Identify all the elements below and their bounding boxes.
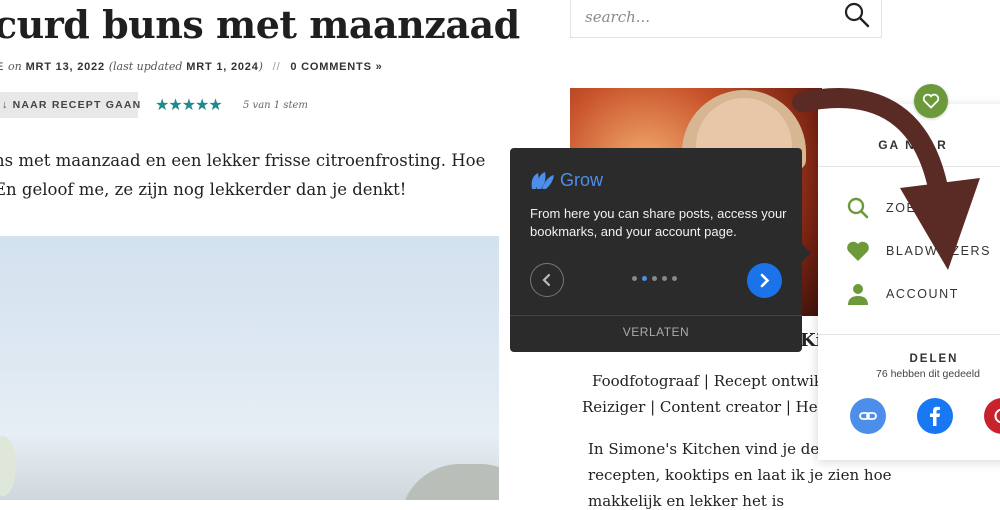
next-button[interactable] <box>747 263 782 298</box>
carousel-dot[interactable] <box>652 276 657 281</box>
user-icon <box>846 282 870 306</box>
facebook-icon <box>926 406 944 426</box>
article-title: curd buns met maanzaad <box>0 2 520 47</box>
grow-message: From here you can share posts, access yo… <box>530 205 792 241</box>
carousel-dots <box>632 276 677 281</box>
chevron-right-icon <box>747 263 782 298</box>
author-bio-line: In Simone's Kitchen vind je de lek <box>588 440 847 458</box>
meta-separator: // <box>273 61 281 73</box>
comments-link[interactable]: 0 COMMENTS » <box>290 61 382 73</box>
panel-item-search[interactable]: ZOEKEN <box>846 196 947 220</box>
search-input[interactable] <box>583 3 837 31</box>
publish-date: MRT 13, 2022 <box>26 61 105 73</box>
updated-label: (last updated <box>109 60 183 73</box>
updated-close: ) <box>259 60 263 73</box>
grow-brand: Grow <box>530 170 603 191</box>
heart-outline-icon <box>922 93 940 109</box>
updated-date: MRT 1, 2024 <box>186 61 258 73</box>
author-bio-line: Reiziger | Content creator | Health <box>582 398 847 416</box>
grow-brand-label: Grow <box>560 170 603 191</box>
carousel-dot-active[interactable] <box>642 276 647 281</box>
meta-on: on <box>8 60 22 73</box>
panel-item-label: ACCOUNT <box>886 287 959 301</box>
share-count: 76 hebben dit gedeeld <box>876 368 980 380</box>
carousel-dot[interactable] <box>672 276 677 281</box>
copy-link-button[interactable] <box>850 398 886 434</box>
link-icon <box>859 407 877 425</box>
panel-item-bookmarks[interactable]: BLADWIJZERS <box>846 240 991 262</box>
intro-line: En geloof me, ze zijn nog lekkerder dan … <box>0 175 494 204</box>
panel-item-label: ZOEKEN <box>886 201 947 215</box>
hero-image <box>0 236 499 500</box>
heart-icon <box>846 240 870 262</box>
grow-sidebar-panel: GA NAAR ZOEKEN BLADWIJZERS ACCOUNT DELEN… <box>818 104 1000 460</box>
rating-votes: 5 van 1 stem <box>243 100 308 111</box>
article-meta: E on MRT 13, 2022 (last updated MRT 1, 2… <box>0 60 383 73</box>
share-heading: DELEN <box>884 353 984 365</box>
panel-divider <box>818 166 1000 167</box>
search-icon[interactable] <box>843 1 871 29</box>
jump-to-recipe-button[interactable]: ↓ NAAR RECEPT GAAN <box>0 92 138 118</box>
grow-logo-icon <box>530 171 556 191</box>
chevron-left-icon <box>531 264 563 296</box>
bookmark-heart-button[interactable] <box>914 84 948 118</box>
hero-leaf-shape <box>0 436 16 496</box>
carousel-dot[interactable] <box>662 276 667 281</box>
article-intro: ns met maanzaad en een lekker frisse cit… <box>0 146 494 204</box>
intro-line: ns met maanzaad en een lekker frisse cit… <box>0 146 494 175</box>
hero-bun-shape <box>400 464 499 500</box>
grow-onboarding-popup: Grow From here you can share posts, acce… <box>510 148 802 352</box>
author-bio-line: makkelijk en lekker het is <box>588 492 784 510</box>
search-icon <box>846 196 870 220</box>
previous-button[interactable] <box>530 263 564 297</box>
panel-item-account[interactable]: ACCOUNT <box>846 282 959 306</box>
search-box <box>570 0 882 38</box>
author-bio-line: recepten, kooktips en laat ik je zien ho… <box>588 466 891 484</box>
carousel-dot[interactable] <box>632 276 637 281</box>
panel-item-label: BLADWIJZERS <box>886 244 991 258</box>
panel-heading: GA NAAR <box>818 138 1000 152</box>
popup-pointer <box>802 244 811 262</box>
popup-divider <box>510 315 802 316</box>
pinterest-icon <box>993 407 1000 425</box>
author-bio-line: Foodfotograaf | Recept ontwikke <box>592 372 841 390</box>
facebook-share-button[interactable] <box>917 398 953 434</box>
pinterest-share-button[interactable] <box>984 398 1000 434</box>
leave-button[interactable]: VERLATEN <box>510 325 802 339</box>
panel-divider <box>818 334 1000 335</box>
rating-stars[interactable]: ★★★★★ <box>155 95 222 114</box>
meta-prefix: E <box>0 61 4 73</box>
